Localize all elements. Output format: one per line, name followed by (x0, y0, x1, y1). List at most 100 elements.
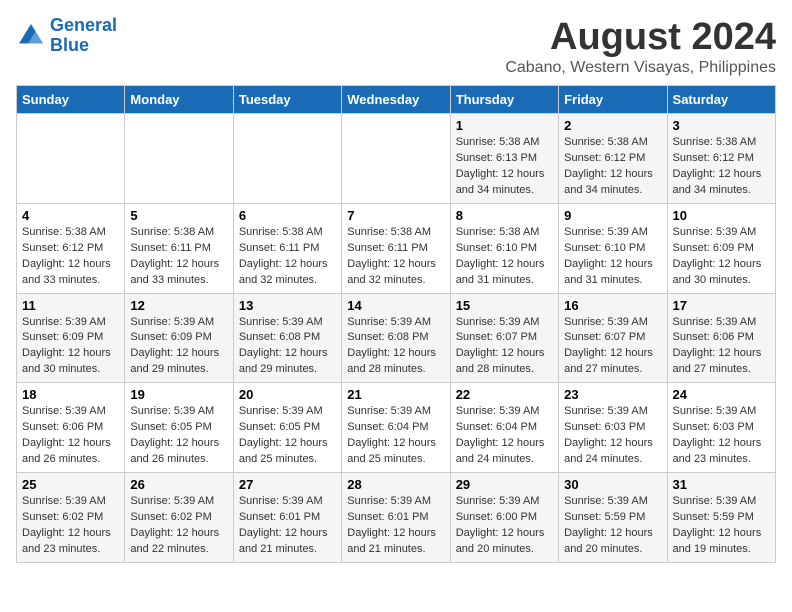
day-number: 16 (564, 298, 661, 313)
day-info: Sunrise: 5:39 AM Sunset: 6:07 PM Dayligh… (456, 315, 553, 379)
calendar-cell: 28Sunrise: 5:39 AM Sunset: 6:01 PM Dayli… (342, 473, 450, 563)
calendar-cell (342, 114, 450, 204)
logo-line1: General (50, 15, 117, 35)
day-number: 27 (239, 477, 336, 492)
calendar-cell: 7 Sunrise: 5:38 AM Sunset: 6:11 PM Daylig… (342, 203, 450, 293)
day-info: Sunrise: 5:39 AM Sunset: 6:08 PM Dayligh… (347, 315, 444, 379)
day-info: Sunrise: 5:39 AM Sunset: 6:05 PM Dayligh… (130, 404, 227, 468)
day-info: Sunrise: 5:39 AM Sunset: 6:09 PM Dayligh… (22, 315, 119, 379)
calendar-cell: 21Sunrise: 5:39 AM Sunset: 6:04 PM Dayli… (342, 383, 450, 473)
day-info: Sunrise: 5:39 AM Sunset: 6:09 PM Dayligh… (130, 315, 227, 379)
day-info: Sunrise: 5:39 AM Sunset: 5:59 PM Dayligh… (564, 494, 661, 558)
day-info: Sunrise: 5:39 AM Sunset: 6:06 PM Dayligh… (673, 315, 770, 379)
week-row-4: 18 Sunrise: 5:39 AM Sunset: 6:06 PM Dayli… (17, 383, 776, 473)
day-info: Sunrise: 5:39 AM Sunset: 6:02 PM Dayligh… (22, 494, 119, 558)
day-header-tuesday: Tuesday (233, 86, 341, 114)
calendar-cell: 20 Sunrise: 5:39 AM Sunset: 6:05 PM Dayli… (233, 383, 341, 473)
day-number: 12 (130, 298, 227, 313)
page-title: August 2024 (505, 16, 776, 59)
calendar-cell: 11Sunrise: 5:39 AM Sunset: 6:09 PM Dayli… (17, 293, 125, 383)
day-info: Sunrise: 5:39 AM Sunset: 6:06 PM Dayligh… (22, 404, 119, 468)
calendar-cell: 16 Sunrise: 5:39 AM Sunset: 6:07 PM Dayli… (559, 293, 667, 383)
calendar-cell: 24 Sunrise: 5:39 AM Sunset: 6:03 PM Dayli… (667, 383, 775, 473)
day-number: 15 (456, 298, 553, 313)
day-number: 3 (673, 118, 770, 133)
day-number: 4 (22, 208, 119, 223)
day-number: 25 (22, 477, 119, 492)
calendar-cell: 12 Sunrise: 5:39 AM Sunset: 6:09 PM Dayli… (125, 293, 233, 383)
calendar-cell: 6 Sunrise: 5:38 AM Sunset: 6:11 PM Daylig… (233, 203, 341, 293)
day-info: Sunrise: 5:38 AM Sunset: 6:11 PM Dayligh… (239, 225, 336, 289)
day-info: Sunrise: 5:38 AM Sunset: 6:12 PM Dayligh… (564, 135, 661, 199)
day-info: Sunrise: 5:38 AM Sunset: 6:12 PM Dayligh… (673, 135, 770, 199)
day-header-wednesday: Wednesday (342, 86, 450, 114)
day-number: 9 (564, 208, 661, 223)
week-row-2: 4Sunrise: 5:38 AM Sunset: 6:12 PM Daylig… (17, 203, 776, 293)
day-info: Sunrise: 5:39 AM Sunset: 6:03 PM Dayligh… (673, 404, 770, 468)
calendar-cell (233, 114, 341, 204)
title-area: August 2024 Cabano, Western Visayas, Phi… (505, 16, 776, 77)
calendar-cell: 9 Sunrise: 5:39 AM Sunset: 6:10 PM Daylig… (559, 203, 667, 293)
calendar-cell: 1Sunrise: 5:38 AM Sunset: 6:13 PM Daylig… (450, 114, 558, 204)
calendar-cell: 3 Sunrise: 5:38 AM Sunset: 6:12 PM Daylig… (667, 114, 775, 204)
calendar-table: SundayMondayTuesdayWednesdayThursdayFrid… (16, 85, 776, 563)
logo-text: General Blue (50, 16, 117, 56)
day-info: Sunrise: 5:39 AM Sunset: 6:04 PM Dayligh… (456, 404, 553, 468)
week-row-5: 25 Sunrise: 5:39 AM Sunset: 6:02 PM Dayli… (17, 473, 776, 563)
day-header-friday: Friday (559, 86, 667, 114)
calendar-cell: 25 Sunrise: 5:39 AM Sunset: 6:02 PM Dayli… (17, 473, 125, 563)
calendar-cell: 15 Sunrise: 5:39 AM Sunset: 6:07 PM Dayli… (450, 293, 558, 383)
day-info: Sunrise: 5:38 AM Sunset: 6:11 PM Dayligh… (130, 225, 227, 289)
day-number: 2 (564, 118, 661, 133)
logo-icon (16, 21, 46, 51)
calendar-cell (17, 114, 125, 204)
day-number: 28 (347, 477, 444, 492)
day-info: Sunrise: 5:39 AM Sunset: 6:08 PM Dayligh… (239, 315, 336, 379)
day-number: 26 (130, 477, 227, 492)
day-header-thursday: Thursday (450, 86, 558, 114)
header-row: SundayMondayTuesdayWednesdayThursdayFrid… (17, 86, 776, 114)
day-number: 24 (673, 387, 770, 402)
day-info: Sunrise: 5:39 AM Sunset: 5:59 PM Dayligh… (673, 494, 770, 558)
week-row-3: 11Sunrise: 5:39 AM Sunset: 6:09 PM Dayli… (17, 293, 776, 383)
day-number: 6 (239, 208, 336, 223)
day-number: 22 (456, 387, 553, 402)
day-number: 31 (673, 477, 770, 492)
day-number: 18 (22, 387, 119, 402)
calendar-cell: 4Sunrise: 5:38 AM Sunset: 6:12 PM Daylig… (17, 203, 125, 293)
day-number: 29 (456, 477, 553, 492)
calendar-cell: 19Sunrise: 5:39 AM Sunset: 6:05 PM Dayli… (125, 383, 233, 473)
page-subtitle: Cabano, Western Visayas, Philippines (505, 59, 776, 77)
day-number: 7 (347, 208, 444, 223)
day-number: 21 (347, 387, 444, 402)
calendar-cell: 31 Sunrise: 5:39 AM Sunset: 5:59 PM Dayli… (667, 473, 775, 563)
day-info: Sunrise: 5:39 AM Sunset: 6:05 PM Dayligh… (239, 404, 336, 468)
calendar-cell: 27 Sunrise: 5:39 AM Sunset: 6:01 PM Dayli… (233, 473, 341, 563)
week-row-1: 1Sunrise: 5:38 AM Sunset: 6:13 PM Daylig… (17, 114, 776, 204)
day-info: Sunrise: 5:38 AM Sunset: 6:10 PM Dayligh… (456, 225, 553, 289)
header: General Blue August 2024 Cabano, Western… (16, 16, 776, 77)
day-number: 17 (673, 298, 770, 313)
logo-line2: Blue (50, 35, 89, 55)
day-number: 14 (347, 298, 444, 313)
calendar-cell: 8Sunrise: 5:38 AM Sunset: 6:10 PM Daylig… (450, 203, 558, 293)
calendar-cell: 17 Sunrise: 5:39 AM Sunset: 6:06 PM Dayli… (667, 293, 775, 383)
calendar-cell: 10Sunrise: 5:39 AM Sunset: 6:09 PM Dayli… (667, 203, 775, 293)
day-info: Sunrise: 5:39 AM Sunset: 6:03 PM Dayligh… (564, 404, 661, 468)
calendar-cell: 18 Sunrise: 5:39 AM Sunset: 6:06 PM Dayli… (17, 383, 125, 473)
calendar-cell: 2 Sunrise: 5:38 AM Sunset: 6:12 PM Daylig… (559, 114, 667, 204)
day-number: 20 (239, 387, 336, 402)
day-info: Sunrise: 5:39 AM Sunset: 6:02 PM Dayligh… (130, 494, 227, 558)
calendar-cell: 22 Sunrise: 5:39 AM Sunset: 6:04 PM Dayli… (450, 383, 558, 473)
day-info: Sunrise: 5:39 AM Sunset: 6:09 PM Dayligh… (673, 225, 770, 289)
day-number: 5 (130, 208, 227, 223)
calendar-cell: 23Sunrise: 5:39 AM Sunset: 6:03 PM Dayli… (559, 383, 667, 473)
day-info: Sunrise: 5:38 AM Sunset: 6:11 PM Dayligh… (347, 225, 444, 289)
calendar-cell: 26 Sunrise: 5:39 AM Sunset: 6:02 PM Dayli… (125, 473, 233, 563)
day-info: Sunrise: 5:39 AM Sunset: 6:10 PM Dayligh… (564, 225, 661, 289)
day-info: Sunrise: 5:39 AM Sunset: 6:01 PM Dayligh… (239, 494, 336, 558)
day-number: 30 (564, 477, 661, 492)
day-info: Sunrise: 5:39 AM Sunset: 6:07 PM Dayligh… (564, 315, 661, 379)
calendar-cell: 14 Sunrise: 5:39 AM Sunset: 6:08 PM Dayli… (342, 293, 450, 383)
day-header-saturday: Saturday (667, 86, 775, 114)
